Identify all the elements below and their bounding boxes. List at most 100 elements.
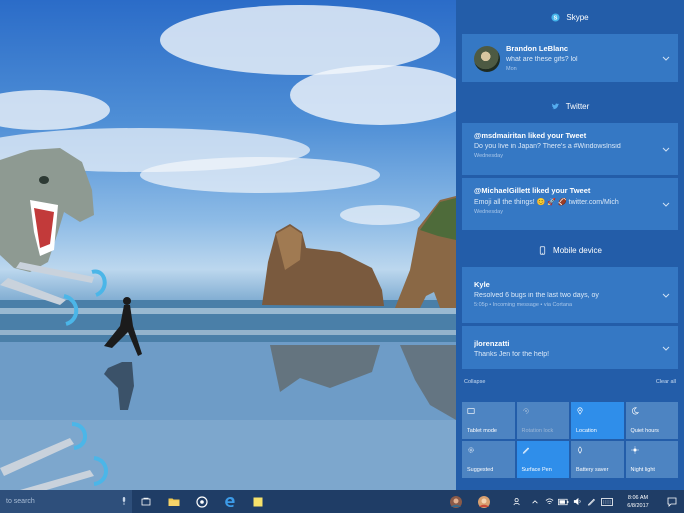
task-view-button[interactable] — [132, 490, 160, 513]
touch-keyboard-button[interactable] — [598, 490, 616, 513]
keyboard-icon — [601, 497, 613, 506]
action-center-button[interactable] — [660, 490, 684, 513]
tile-label: Suggested — [467, 467, 494, 473]
edge-icon — [225, 496, 235, 507]
notification-meta: Wednesday — [474, 153, 503, 159]
skype-icon: S — [551, 12, 560, 22]
tile-label: Tablet mode — [467, 428, 497, 434]
tile-quiet-hours[interactable]: Quiet hours — [625, 402, 678, 439]
phone-icon — [538, 245, 547, 255]
notification-title: Brandon LeBlanc — [506, 44, 569, 53]
tile-label: Quiet hours — [630, 428, 659, 434]
chevron-down-icon[interactable] — [661, 144, 671, 154]
system-clock[interactable]: 8:06 AM 6/8/2017 — [616, 494, 660, 510]
rotation-lock-icon — [522, 408, 529, 414]
notification-body: Emoji all the things! 😊 🚀 🏈 twitter.com/… — [474, 199, 619, 206]
volume-icon — [573, 497, 580, 506]
moon-icon — [631, 407, 639, 415]
mobile-notification-2[interactable]: jlorenzatti Thanks Jen for the help! — [462, 326, 678, 369]
skype-group-header[interactable]: S Skype — [456, 0, 684, 34]
night-light-icon — [630, 446, 639, 454]
edge-browser-button[interactable] — [216, 490, 244, 513]
tile-label: Surface Pen — [521, 467, 552, 473]
battery-button[interactable] — [556, 490, 570, 513]
app-avatar-icon — [450, 495, 462, 508]
pinned-app-button[interactable] — [442, 490, 470, 513]
notification-icon — [667, 497, 677, 507]
notification-title: @msdmairitan liked your Tweet — [474, 131, 587, 140]
notification-title: @MichaelGillett liked your Tweet — [474, 186, 591, 195]
chevron-down-icon[interactable] — [661, 53, 671, 63]
mobile-group-header[interactable]: Mobile device — [456, 233, 684, 267]
sticky-notes-button[interactable] — [244, 490, 272, 513]
twitter-notification-2[interactable]: @MichaelGillett liked your Tweet Emoji a… — [462, 178, 678, 230]
search-box[interactable]: to search — [0, 490, 132, 513]
microphone-icon[interactable] — [122, 497, 126, 505]
tile-rotation-lock[interactable]: Rotation lock — [516, 402, 569, 439]
twitter-group-name: Twitter — [565, 101, 590, 111]
pinned-app-button[interactable] — [470, 490, 498, 513]
clock-time: 8:06 AM — [627, 494, 649, 501]
tile-label: Rotation lock — [521, 428, 554, 434]
network-icon — [545, 498, 553, 505]
pen-icon — [587, 498, 595, 506]
volume-button[interactable] — [570, 490, 584, 513]
tile-label: Night light — [630, 467, 655, 473]
clear-all-link[interactable]: Clear all — [656, 379, 676, 393]
settings-icon — [468, 447, 474, 453]
mobile-notification-1[interactable]: Kyle Resolved 6 bugs in the last two day… — [462, 267, 678, 323]
tablet-icon — [467, 408, 475, 414]
tile-label: Battery saver — [576, 467, 609, 473]
wallpaper-art — [0, 5, 456, 490]
twitter-notification-1[interactable]: @msdmairitan liked your Tweet Do you liv… — [462, 123, 678, 175]
people-button[interactable] — [510, 490, 524, 513]
people-icon — [513, 498, 520, 506]
skype-group-name: Skype — [566, 12, 589, 22]
file-explorer-button[interactable] — [160, 490, 188, 513]
tile-battery-saver[interactable]: Battery saver — [571, 441, 624, 478]
network-button[interactable] — [542, 490, 556, 513]
twitter-icon — [551, 102, 560, 111]
notification-body: Do you live in Japan? There's a #Windows… — [474, 143, 621, 150]
collapse-link[interactable]: Collapse — [464, 379, 485, 393]
app-avatar-icon — [478, 495, 490, 508]
mobile-group-name: Mobile device — [553, 245, 602, 255]
notification-meta: 5:05p • Incoming message • via Cortana — [474, 302, 573, 308]
location-icon — [577, 407, 583, 415]
tile-suggested[interactable]: Suggested — [462, 441, 515, 478]
tile-tablet-mode[interactable]: Tablet mode — [462, 402, 515, 439]
groove-music-icon — [196, 495, 208, 508]
twitter-group-header[interactable]: Twitter — [456, 89, 684, 123]
sticky-notes-icon — [253, 497, 263, 506]
task-view-icon — [141, 497, 151, 505]
clock-date: 6/8/2017 — [627, 502, 649, 509]
action-center-controls: Collapse Clear all — [456, 379, 684, 393]
avatar — [474, 46, 500, 72]
tile-label: Location — [576, 428, 597, 434]
folder-icon — [168, 498, 180, 506]
battery-saver-icon — [578, 446, 582, 454]
action-center-panel: S Skype Brandon LeBlanc what are these g… — [456, 0, 684, 490]
skype-notification[interactable]: Brandon LeBlanc what are these gifs? lol… — [462, 34, 678, 82]
notification-body: what are these gifs? lol — [506, 56, 578, 63]
tile-night-light[interactable]: Night light — [625, 441, 678, 478]
chevron-down-icon[interactable] — [661, 290, 671, 300]
pen-workspace-button[interactable] — [584, 490, 598, 513]
notification-title: jlorenzatti — [474, 339, 510, 348]
notification-body: Resolved 6 bugs in the last two days, oy — [474, 292, 599, 299]
system-tray: 8:06 AM 6/8/2017 — [442, 490, 684, 513]
groove-music-button[interactable] — [188, 490, 216, 513]
show-hidden-icons-button[interactable] — [528, 490, 542, 513]
desktop-wallpaper — [0, 0, 456, 490]
chevron-down-icon[interactable] — [661, 199, 671, 209]
tile-surface-pen[interactable]: Surface Pen — [516, 441, 569, 478]
search-placeholder: to search — [6, 498, 35, 505]
notification-meta: Wednesday — [474, 209, 503, 215]
tile-location[interactable]: Location — [571, 402, 624, 439]
notification-body: Thanks Jen for the help! — [474, 351, 550, 358]
notification-title: Kyle — [474, 280, 490, 289]
chevron-down-icon[interactable] — [661, 343, 671, 353]
svg-text:S: S — [554, 15, 558, 21]
notification-meta: Mon — [506, 66, 517, 72]
chevron-up-icon — [532, 499, 538, 503]
